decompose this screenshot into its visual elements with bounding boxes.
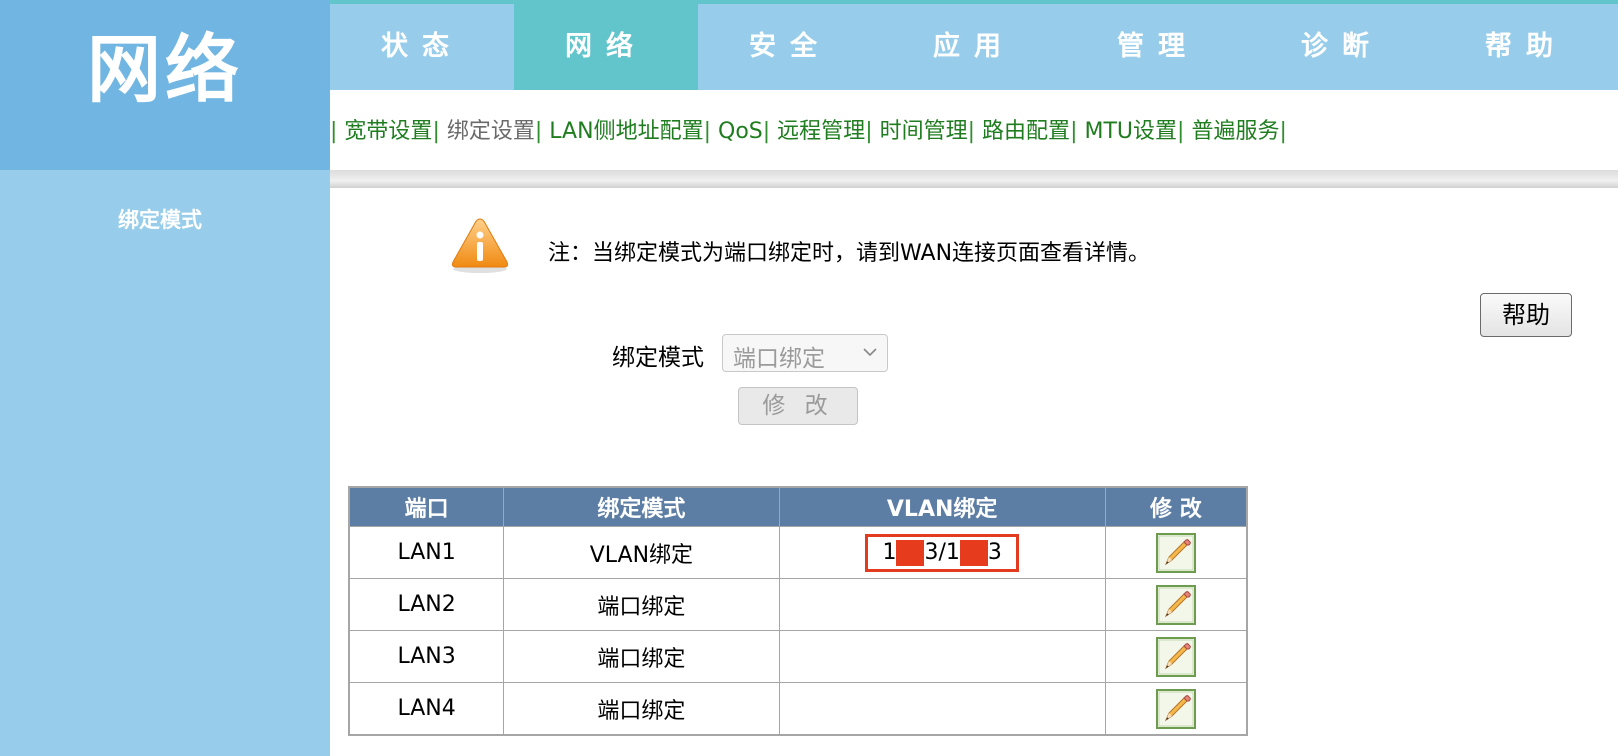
- table-row: LAN3 端口绑定: [348, 630, 1248, 683]
- submenu-separator: |: [762, 119, 771, 144]
- submenu-qos[interactable]: QoS: [718, 119, 763, 144]
- tab-security[interactable]: 安全: [698, 4, 882, 90]
- header-port: 端口: [348, 486, 505, 527]
- tab-diagnostics[interactable]: 诊断: [1250, 4, 1434, 90]
- vlan-text: 1: [882, 539, 897, 565]
- sidebar: 绑定模式: [0, 170, 330, 756]
- bind-mode-select[interactable]: 端口绑定: [722, 334, 888, 372]
- vlan-cell: [778, 630, 1106, 683]
- pencil-icon[interactable]: [1155, 688, 1196, 729]
- pencil-icon[interactable]: [1155, 636, 1196, 677]
- mode-cell: VLAN绑定: [503, 526, 780, 579]
- edit-cell: [1104, 682, 1248, 736]
- submenu-separator: |: [1070, 119, 1078, 144]
- submenu-universal-service[interactable]: 普遍服务: [1191, 119, 1279, 144]
- submenu-separator: |: [865, 119, 873, 144]
- sub-menu: | 宽带设置| 绑定设置| LAN侧地址配置| QoS| 远程管理| 时间管理|…: [330, 112, 1287, 152]
- table-row: LAN1 VLAN绑定 1 3/1 3: [348, 526, 1248, 579]
- mode-cell: 端口绑定: [503, 630, 780, 683]
- pencil-icon[interactable]: [1155, 584, 1196, 625]
- tab-network[interactable]: 网络: [514, 4, 698, 90]
- redaction-block: [896, 539, 925, 566]
- port-cell: LAN4: [348, 682, 505, 736]
- submenu-separator: |: [1279, 119, 1287, 144]
- mode-cell: 端口绑定: [503, 578, 780, 631]
- header-bind-mode: 绑定模式: [503, 486, 780, 527]
- tab-status[interactable]: 状态: [330, 4, 514, 90]
- logo-panel: 网络: [0, 0, 330, 170]
- binding-table: 端口 绑定模式 VLAN绑定 修 改 LAN1 VLAN绑定 1 3/1 3 L…: [348, 486, 1248, 736]
- submenu-broadband[interactable]: 宽带设置: [344, 119, 432, 144]
- submenu-binding[interactable]: 绑定设置: [447, 119, 535, 144]
- submenu-separator: |: [330, 119, 338, 144]
- help-button[interactable]: 帮助: [1480, 293, 1572, 337]
- submenu-mtu[interactable]: MTU设置: [1084, 119, 1177, 144]
- vlan-text: 3: [987, 539, 1002, 565]
- main-nav: 状态 网络 安全 应用 管理 诊断 帮助: [330, 4, 1618, 90]
- header-vlan-binding: VLAN绑定: [778, 486, 1106, 527]
- submenu-remote-management[interactable]: 远程管理: [777, 119, 865, 144]
- logo-title: 网络: [87, 27, 243, 113]
- edit-cell: [1104, 578, 1248, 631]
- vlan-value-highlight: 1 3/1 3: [865, 533, 1019, 572]
- edit-cell: [1104, 630, 1248, 683]
- mode-cell: 端口绑定: [503, 682, 780, 736]
- vlan-text: 3/1: [924, 539, 960, 565]
- submenu-separator: |: [967, 119, 976, 144]
- submenu-separator: |: [703, 119, 711, 144]
- submenu-time-management[interactable]: 时间管理: [880, 119, 968, 144]
- modify-button[interactable]: 修 改: [738, 387, 858, 425]
- bind-mode-label: 绑定模式: [612, 345, 704, 371]
- header-modify: 修 改: [1104, 486, 1248, 527]
- tab-management[interactable]: 管理: [1066, 4, 1250, 90]
- port-cell: LAN2: [348, 578, 505, 631]
- submenu-routing[interactable]: 路由配置: [982, 119, 1070, 144]
- submenu-separator: |: [534, 119, 543, 144]
- edit-cell: [1104, 526, 1248, 579]
- vlan-cell: [778, 578, 1106, 631]
- warning-icon: [451, 218, 509, 273]
- vlan-cell: [778, 682, 1106, 736]
- tab-application[interactable]: 应用: [882, 4, 1066, 90]
- binding-note: 注：当绑定模式为端口绑定时，请到WAN连接页面查看详情。: [548, 241, 1151, 266]
- sidebar-item-bind-mode[interactable]: 绑定模式: [0, 204, 320, 234]
- table-row: LAN4 端口绑定: [348, 682, 1248, 736]
- vlan-cell: 1 3/1 3: [778, 526, 1106, 579]
- submenu-separator: |: [1177, 119, 1185, 144]
- port-cell: LAN3: [348, 630, 505, 683]
- submenu-lan-address[interactable]: LAN侧地址配置: [549, 119, 703, 144]
- port-cell: LAN1: [348, 526, 505, 579]
- table-row: LAN2 端口绑定: [348, 578, 1248, 631]
- submenu-separator: |: [432, 119, 440, 144]
- bind-mode-value: 端口绑定: [733, 346, 825, 372]
- content-divider: [330, 170, 1618, 188]
- pencil-icon[interactable]: [1155, 532, 1196, 573]
- tab-help[interactable]: 帮助: [1434, 4, 1618, 90]
- redaction-block: [959, 539, 988, 566]
- chevron-down-icon: [863, 348, 877, 357]
- table-header-row: 端口 绑定模式 VLAN绑定 修 改: [348, 486, 1248, 527]
